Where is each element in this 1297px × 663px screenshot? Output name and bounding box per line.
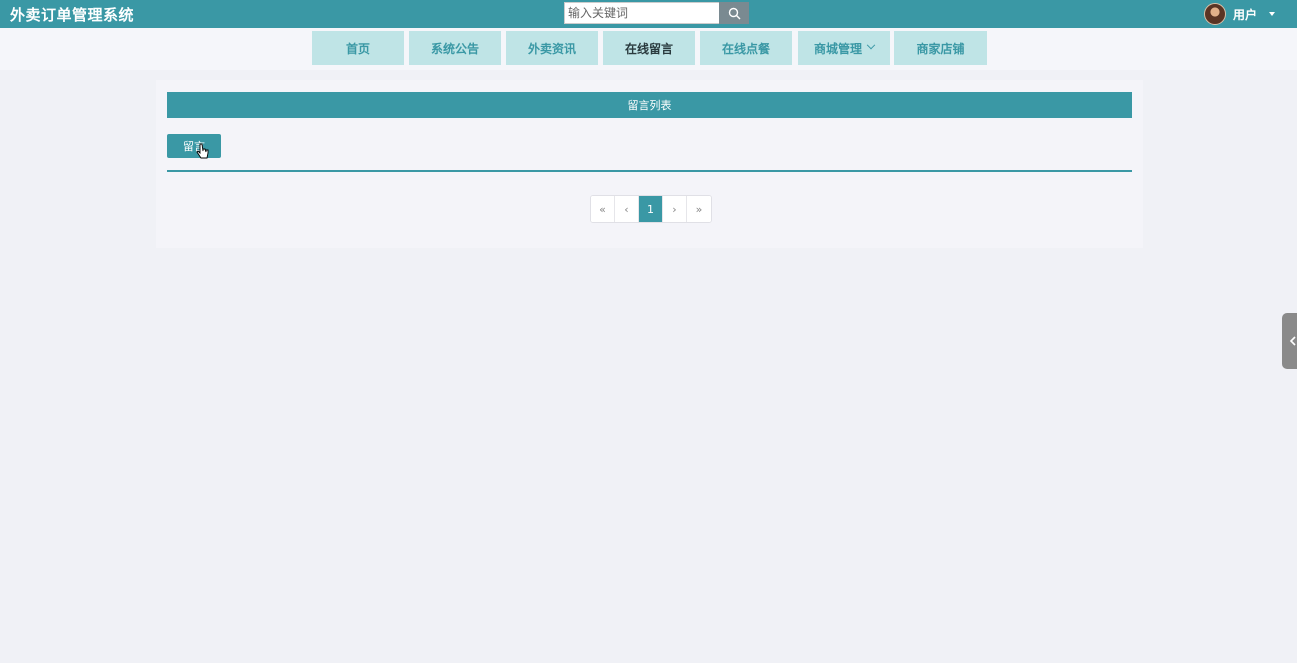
nav-label: 商城管理 (813, 41, 862, 56)
top-bar: 外卖订单管理系统 用户 (0, 0, 1297, 28)
message-panel: 留言列表 留言 « ‹ 1 › » (156, 80, 1143, 248)
page-first[interactable]: « (591, 196, 615, 222)
divider (167, 170, 1132, 172)
chevron-down-icon (866, 40, 876, 50)
search-input[interactable] (564, 2, 719, 24)
leave-message-button[interactable]: 留言 (167, 134, 221, 158)
nav-label: 外卖资讯 (527, 41, 576, 56)
avatar (1203, 3, 1226, 25)
nav-label: 商家店铺 (916, 41, 965, 56)
search-button[interactable] (719, 2, 749, 24)
nav-order-online[interactable]: 在线点餐 (700, 31, 792, 65)
nav-news[interactable]: 外卖资讯 (506, 31, 598, 65)
nav-announcements[interactable]: 系统公告 (409, 31, 501, 65)
nav-label: 首页 (345, 41, 370, 56)
pagination: « ‹ 1 › » (590, 195, 712, 223)
search-box (564, 2, 749, 24)
nav-home[interactable]: 首页 (312, 31, 404, 65)
page-prev[interactable]: ‹ (615, 196, 639, 222)
main-nav: 首页 系统公告 外卖资讯 在线留言 在线点餐 商城管理 商家店铺 (0, 28, 1297, 70)
page-current[interactable]: 1 (639, 196, 663, 222)
user-menu[interactable]: 用户 (1203, 2, 1275, 26)
side-toggle[interactable] (1282, 313, 1297, 369)
nav-shops[interactable]: 商家店铺 (894, 31, 987, 65)
nav-label: 在线留言 (624, 41, 673, 56)
app-title: 外卖订单管理系统 (10, 6, 135, 24)
pointer-cursor-icon (196, 143, 209, 159)
chevron-left-icon (1289, 336, 1296, 346)
caret-down-icon (1269, 12, 1275, 16)
list-title: 留言列表 (167, 92, 1132, 118)
search-icon (728, 7, 740, 19)
page-last[interactable]: » (687, 196, 711, 222)
page-next[interactable]: › (663, 196, 687, 222)
nav-label: 系统公告 (430, 41, 479, 56)
nav-label: 在线点餐 (721, 41, 770, 56)
nav-messages[interactable]: 在线留言 (603, 31, 695, 65)
nav-mall[interactable]: 商城管理 (798, 31, 890, 65)
user-label: 用户 (1232, 7, 1257, 22)
